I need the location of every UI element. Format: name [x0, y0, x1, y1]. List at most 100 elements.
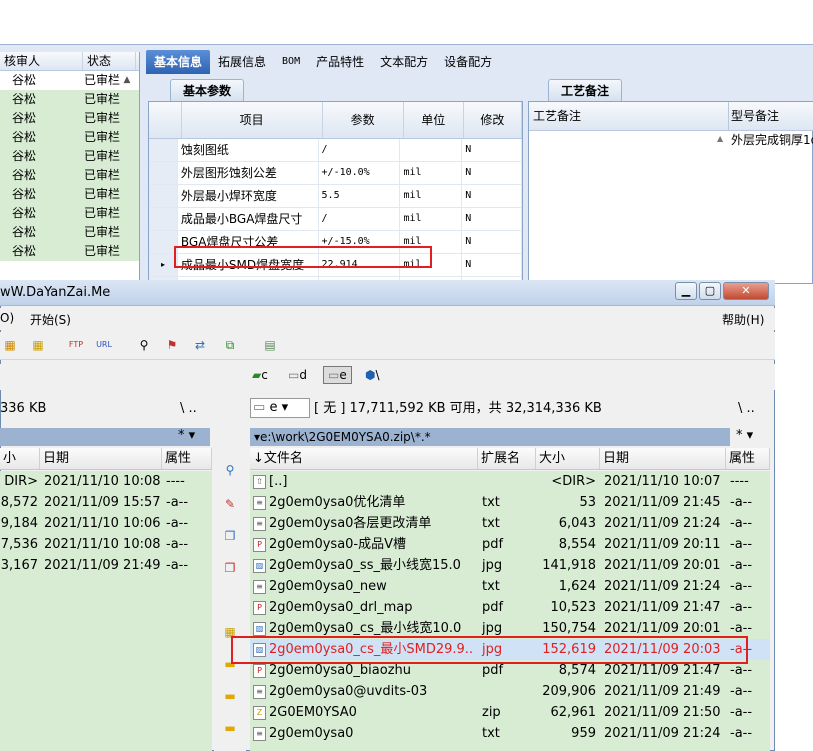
right-path-bar[interactable]: ▾e:\work\2G0EM0YSA0.zip\*.* — [250, 428, 730, 446]
minimize-button[interactable]: ▁ — [675, 282, 697, 300]
menu-options[interactable]: O) — [0, 311, 14, 325]
tab-bom[interactable]: BOM — [274, 50, 308, 74]
pack-icon[interactable]: ▦ — [2, 337, 18, 353]
left-filter[interactable]: * ▾ — [178, 428, 195, 443]
scroll-up-arrow-icon[interactable]: ▲ — [121, 73, 133, 87]
param-unit: mil — [400, 162, 463, 184]
review-row[interactable]: 谷松 已审栏 — [0, 185, 139, 204]
folder-open-icon[interactable]: ▬ — [222, 720, 238, 736]
file-row[interactable]: ≡ 2g0em0ysa0优化清单 txt 53 2021/11/09 21:45 -a-- — [250, 492, 770, 513]
review-row[interactable]: 谷松 已审栏 — [0, 242, 139, 261]
tab-extended-info[interactable]: 拓展信息 — [210, 50, 274, 74]
param-value[interactable]: 5.5 — [319, 185, 401, 207]
right-drive-select[interactable]: ▭ e ▾ — [250, 398, 310, 418]
file-row[interactable]: ≡ 2g0em0ysa0_new txt 1,624 2021/11/09 21:24-… — [250, 576, 770, 597]
menu-start[interactable]: 开始(S) — [30, 311, 71, 328]
tab-text-recipe[interactable]: 文本配方 — [372, 50, 436, 74]
review-row[interactable]: 谷松 已审栏 — [0, 90, 139, 109]
col-value[interactable]: 参数 — [323, 102, 404, 138]
move-icon[interactable]: ❐ — [222, 560, 238, 576]
param-row[interactable]: 外层图形蚀刻公差 +/-10.0% mil N — [149, 162, 522, 185]
unpack-icon[interactable]: ▦ — [30, 337, 46, 353]
network-drive-button[interactable]: ⬢\ — [365, 368, 380, 382]
review-row[interactable]: 谷松 已审栏 — [0, 109, 139, 128]
review-row[interactable]: 谷松 已审栏 — [0, 223, 139, 242]
file-row[interactable]: P 2g0em0ysa0_drl_map pdf 10,523 2021/11/09 2… — [250, 597, 770, 618]
review-row[interactable]: 谷松 已审栏 — [0, 128, 139, 147]
tab-equipment-recipe[interactable]: 设备配方 — [436, 50, 500, 74]
left-file-row[interactable]: DIR> 2021/11/10 10:08 ---- — [0, 471, 212, 492]
right-col-ext[interactable]: 扩展名 — [478, 448, 536, 469]
file-row[interactable]: ▨ 2g0em0ysa0_ss_最小线宽15.0 jpg 141,918 2021/11… — [250, 555, 770, 576]
maximize-button[interactable]: ▢ — [699, 282, 721, 300]
col-unit[interactable]: 单位 — [404, 102, 464, 138]
rename-icon[interactable]: ⚑ — [164, 337, 180, 353]
file-date: 2021/11/09 20:11 — [604, 537, 721, 552]
model-remark-col[interactable]: 型号备注 — [729, 102, 813, 131]
compare-icon[interactable]: ⧉ — [222, 337, 238, 353]
sync-icon[interactable]: ⇄ — [192, 337, 208, 353]
notepad-icon[interactable]: ▤ — [262, 337, 278, 353]
col-item[interactable]: 项目 — [182, 102, 323, 138]
file-row[interactable]: P 2g0em0ysa0-成品V槽 pdf 8,554 2021/11/09 20:11… — [250, 534, 770, 555]
right-col-date[interactable]: 日期 — [600, 448, 726, 469]
review-row[interactable]: 谷松 已审栏 — [0, 147, 139, 166]
edit-icon[interactable]: ✎ — [222, 496, 238, 512]
param-row[interactable]: 蚀刻图纸 / N — [149, 139, 522, 162]
menu-help[interactable]: 帮助(H) — [722, 311, 764, 328]
param-modify[interactable]: N — [462, 254, 522, 276]
review-row[interactable]: 谷松 已审栏 — [0, 204, 139, 223]
left-file-row[interactable]: 9,184 2021/11/10 10:06 -a-- — [0, 513, 212, 534]
drive-d-button[interactable]: ▭d — [288, 368, 307, 382]
param-row[interactable]: 外层最小焊环宽度 5.5 mil N — [149, 185, 522, 208]
url-icon[interactable]: URL — [96, 337, 112, 353]
right-col-attr[interactable]: 属性 — [726, 448, 770, 469]
param-modify[interactable]: N — [462, 208, 522, 230]
copy-icon[interactable]: ❐ — [222, 528, 238, 544]
param-modify[interactable]: N — [462, 139, 522, 161]
file-size: 53 — [579, 495, 596, 510]
param-modify[interactable]: N — [462, 231, 522, 253]
ftp-icon[interactable]: FTP — [68, 337, 84, 353]
drive-c-button[interactable]: ▰c — [252, 368, 268, 382]
subtab-basic-params[interactable]: 基本参数 — [170, 79, 245, 101]
view-icon[interactable]: ⚲ — [222, 462, 238, 478]
col-reviewer[interactable]: 核审人 — [0, 52, 83, 70]
col-modify[interactable]: 修改 — [464, 102, 522, 138]
param-modify[interactable]: N — [462, 185, 522, 207]
col-status[interactable]: 状态 — [83, 52, 136, 70]
file-row[interactable]: ⇧ [..] <DIR> 2021/11/10 10:07 ---- — [250, 471, 770, 492]
right-col-name[interactable]: ↓文件名 — [250, 448, 478, 469]
review-row[interactable]: 谷松 已审栏 — [0, 71, 139, 90]
left-col-date[interactable]: 日期 — [40, 448, 162, 469]
file-row[interactable]: ≡ 2g0em0ysa0 txt 959 2021/11/09 21:24 -a-- — [250, 723, 770, 744]
file-row[interactable]: ≡ 2g0em0ysa0各层更改清单 txt 6,043 2021/11/09 21:2… — [250, 513, 770, 534]
param-value[interactable]: +/-10.0% — [319, 162, 401, 184]
craft-remark-col[interactable]: 工艺备注 — [529, 102, 729, 131]
tab-product-features[interactable]: 产品特性 — [308, 50, 372, 74]
left-file-row[interactable]: 8,572 2021/11/09 15:57 -a-- — [0, 492, 212, 513]
left-file-row[interactable]: 3,167 2021/11/09 21:49 -a-- — [0, 555, 212, 576]
param-row[interactable]: 成品最小BGA焊盘尺寸 / mil N — [149, 208, 522, 231]
left-col-attr[interactable]: 属性 — [162, 448, 212, 469]
right-col-size[interactable]: 大小 — [536, 448, 600, 469]
file-row[interactable]: ≡ 2g0em0ysa0@uvdits-03 209,906 2021/11/09 2… — [250, 681, 770, 702]
subtab-craft-remarks[interactable]: 工艺备注 — [548, 79, 623, 101]
param-value[interactable]: / — [319, 139, 401, 161]
folder-new-icon[interactable]: ▬ — [222, 688, 238, 704]
param-modify[interactable]: N — [462, 162, 522, 184]
left-col-size[interactable]: 小 — [0, 448, 40, 469]
drive-e-button[interactable]: ▭e — [323, 366, 352, 384]
tab-basic-info[interactable]: 基本信息 — [146, 50, 211, 74]
review-row[interactable]: 谷松 已审栏 — [0, 166, 139, 185]
close-button[interactable]: ✕ — [723, 282, 769, 300]
right-filter[interactable]: * ▾ — [736, 428, 753, 443]
file-row[interactable]: Z 2G0EM0YSA0 zip 62,961 2021/11/09 21:50 -a-- — [250, 702, 770, 723]
window-titlebar[interactable] — [0, 280, 775, 306]
left-file-row[interactable]: 7,536 2021/11/10 10:08 -a-- — [0, 534, 212, 555]
binoculars-icon[interactable]: ⚲ — [136, 337, 152, 353]
param-value[interactable]: / — [319, 208, 401, 230]
right-nav-root[interactable]: \ .. — [738, 400, 772, 418]
scroll-up-small-icon[interactable]: ▲ — [717, 134, 723, 143]
left-nav-root[interactable]: \ .. — [180, 400, 210, 418]
